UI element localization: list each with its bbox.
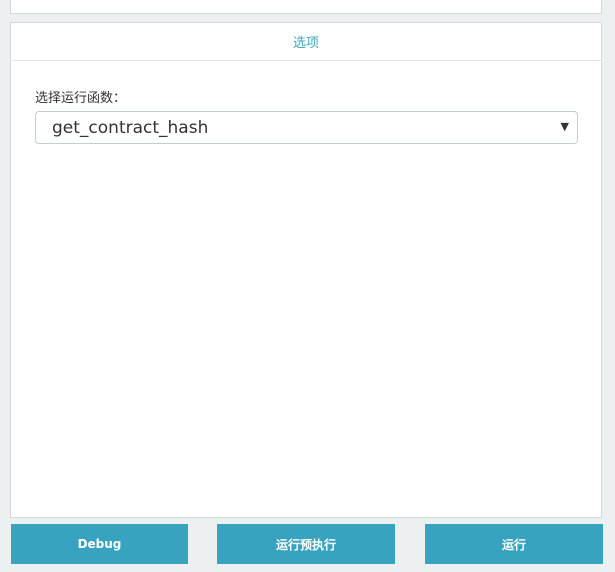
run-button[interactable]: 运行 [425,524,603,564]
previous-panel [10,0,602,14]
options-panel-title: 选项 [292,36,319,51]
options-panel: 选项 选择运行函数： get_contract_hash ▼ [10,22,602,518]
preexecute-button[interactable]: 运行预执行 [217,524,395,564]
options-panel-header: 选项 [11,23,601,61]
function-select[interactable]: get_contract_hash ▼ [35,111,578,144]
function-select-label: 选择运行函数： [35,91,127,106]
dropdown-arrow-icon: ▼ [560,120,569,133]
debug-button[interactable]: Debug [11,524,188,564]
function-select-value: get_contract_hash [52,118,209,138]
